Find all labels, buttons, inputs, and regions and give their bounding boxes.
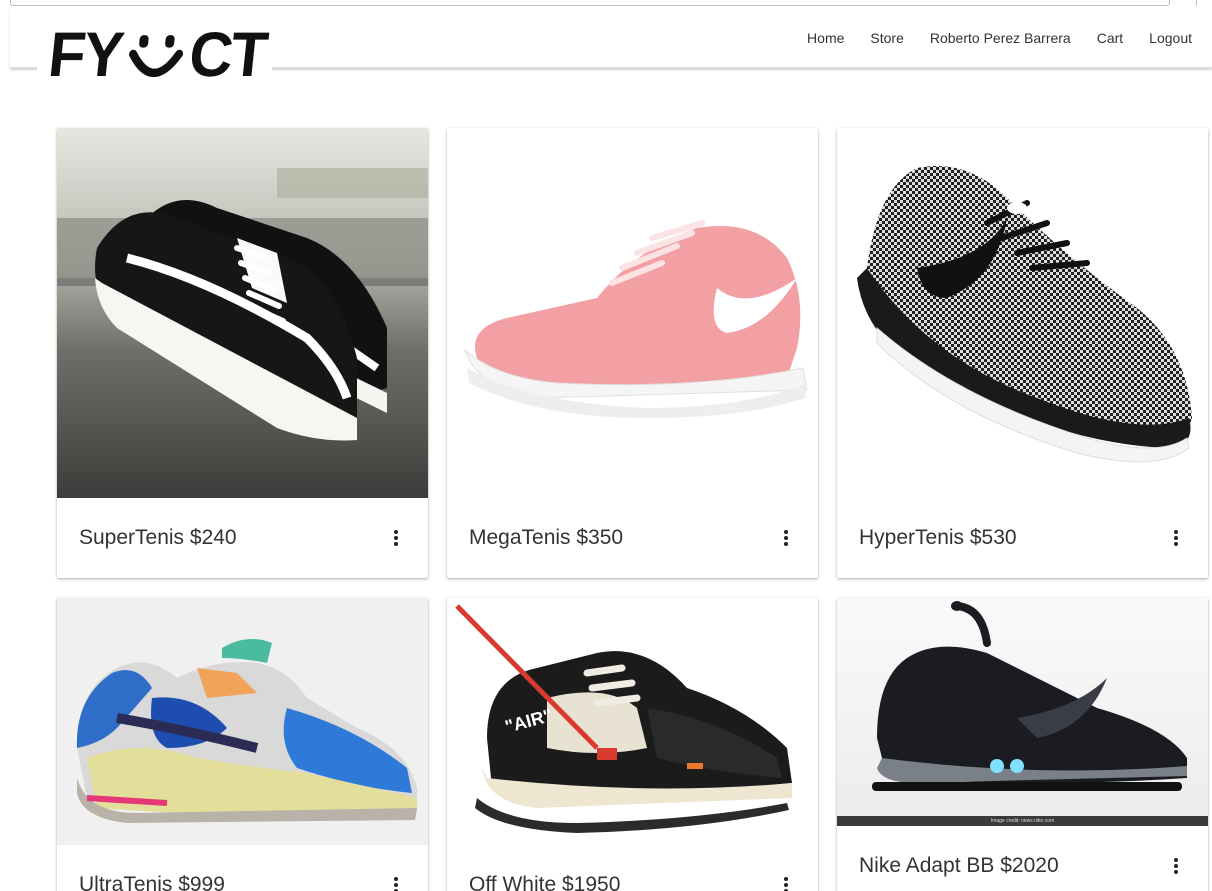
- multicolor-chunky-sneaker-image: [57, 598, 428, 845]
- nav-cart[interactable]: Cart: [1084, 30, 1136, 46]
- logo-wordmark: FY CT: [45, 18, 269, 90]
- nav-user-profile[interactable]: Roberto Perez Barrera: [917, 30, 1084, 46]
- product-card[interactable]: MegaTenis $350: [447, 128, 818, 578]
- nike-adapt-bb-sneaker-image: [837, 598, 1208, 826]
- product-title[interactable]: Off White $1950: [469, 873, 620, 891]
- more-vert-icon[interactable]: [386, 526, 406, 550]
- black-white-knit-sneaker-image: [837, 128, 1208, 498]
- more-vert-icon[interactable]: [1166, 854, 1186, 878]
- product-card[interactable]: SuperTenis $240: [57, 128, 428, 578]
- black-white-skate-sneaker-image: [57, 128, 428, 498]
- product-image-chunky-sneaker[interactable]: [57, 598, 428, 845]
- browser-top-edge: [10, 0, 1170, 6]
- brand-logo[interactable]: FY CT: [37, 8, 272, 101]
- product-card[interactable]: "AIR" Off White $1950: [447, 598, 818, 891]
- off-white-presto-sneaker-image: "AIR": [447, 598, 818, 845]
- nav-logout[interactable]: Logout: [1136, 30, 1205, 46]
- image-credit: Image credit: news.nike.com: [837, 816, 1208, 826]
- logo-text-right: CT: [185, 19, 270, 90]
- product-image-knit-sneaker[interactable]: [837, 128, 1208, 498]
- product-image-skate-sneaker[interactable]: [57, 128, 428, 498]
- card-content: MegaTenis $350: [447, 498, 818, 578]
- product-image-adapt-sneaker[interactable]: Image credit: news.nike.com: [837, 598, 1208, 826]
- product-image-pink-sneaker[interactable]: [447, 128, 818, 498]
- product-title[interactable]: Nike Adapt BB $2020: [859, 854, 1059, 878]
- card-content: HyperTenis $530: [837, 498, 1208, 578]
- product-card[interactable]: HyperTenis $530: [837, 128, 1208, 578]
- product-title[interactable]: HyperTenis $530: [859, 526, 1017, 550]
- nav-store[interactable]: Store: [857, 30, 916, 46]
- logo-text-left: FY: [45, 19, 126, 90]
- product-card[interactable]: UltraTenis $999: [57, 598, 428, 891]
- smiley-icon: [128, 34, 183, 77]
- product-title[interactable]: UltraTenis $999: [79, 873, 225, 891]
- more-vert-icon[interactable]: [386, 873, 406, 891]
- browser-top-edge-divider: [1196, 0, 1197, 6]
- more-vert-icon[interactable]: [776, 873, 796, 891]
- card-content: Off White $1950: [447, 845, 818, 891]
- product-title[interactable]: MegaTenis $350: [469, 526, 623, 550]
- product-title[interactable]: SuperTenis $240: [79, 526, 237, 550]
- card-content: Nike Adapt BB $2020: [837, 826, 1208, 891]
- pink-running-sneaker-image: [447, 128, 818, 498]
- nav-links: Home Store Roberto Perez Barrera Cart Lo…: [794, 8, 1205, 68]
- card-content: SuperTenis $240: [57, 498, 428, 578]
- card-content: UltraTenis $999: [57, 845, 428, 891]
- more-vert-icon[interactable]: [1166, 526, 1186, 550]
- product-card[interactable]: Image credit: news.nike.com Nike Adapt B…: [837, 598, 1208, 891]
- more-vert-icon[interactable]: [776, 526, 796, 550]
- nav-home[interactable]: Home: [794, 30, 857, 46]
- product-image-presto-sneaker[interactable]: "AIR": [447, 598, 818, 845]
